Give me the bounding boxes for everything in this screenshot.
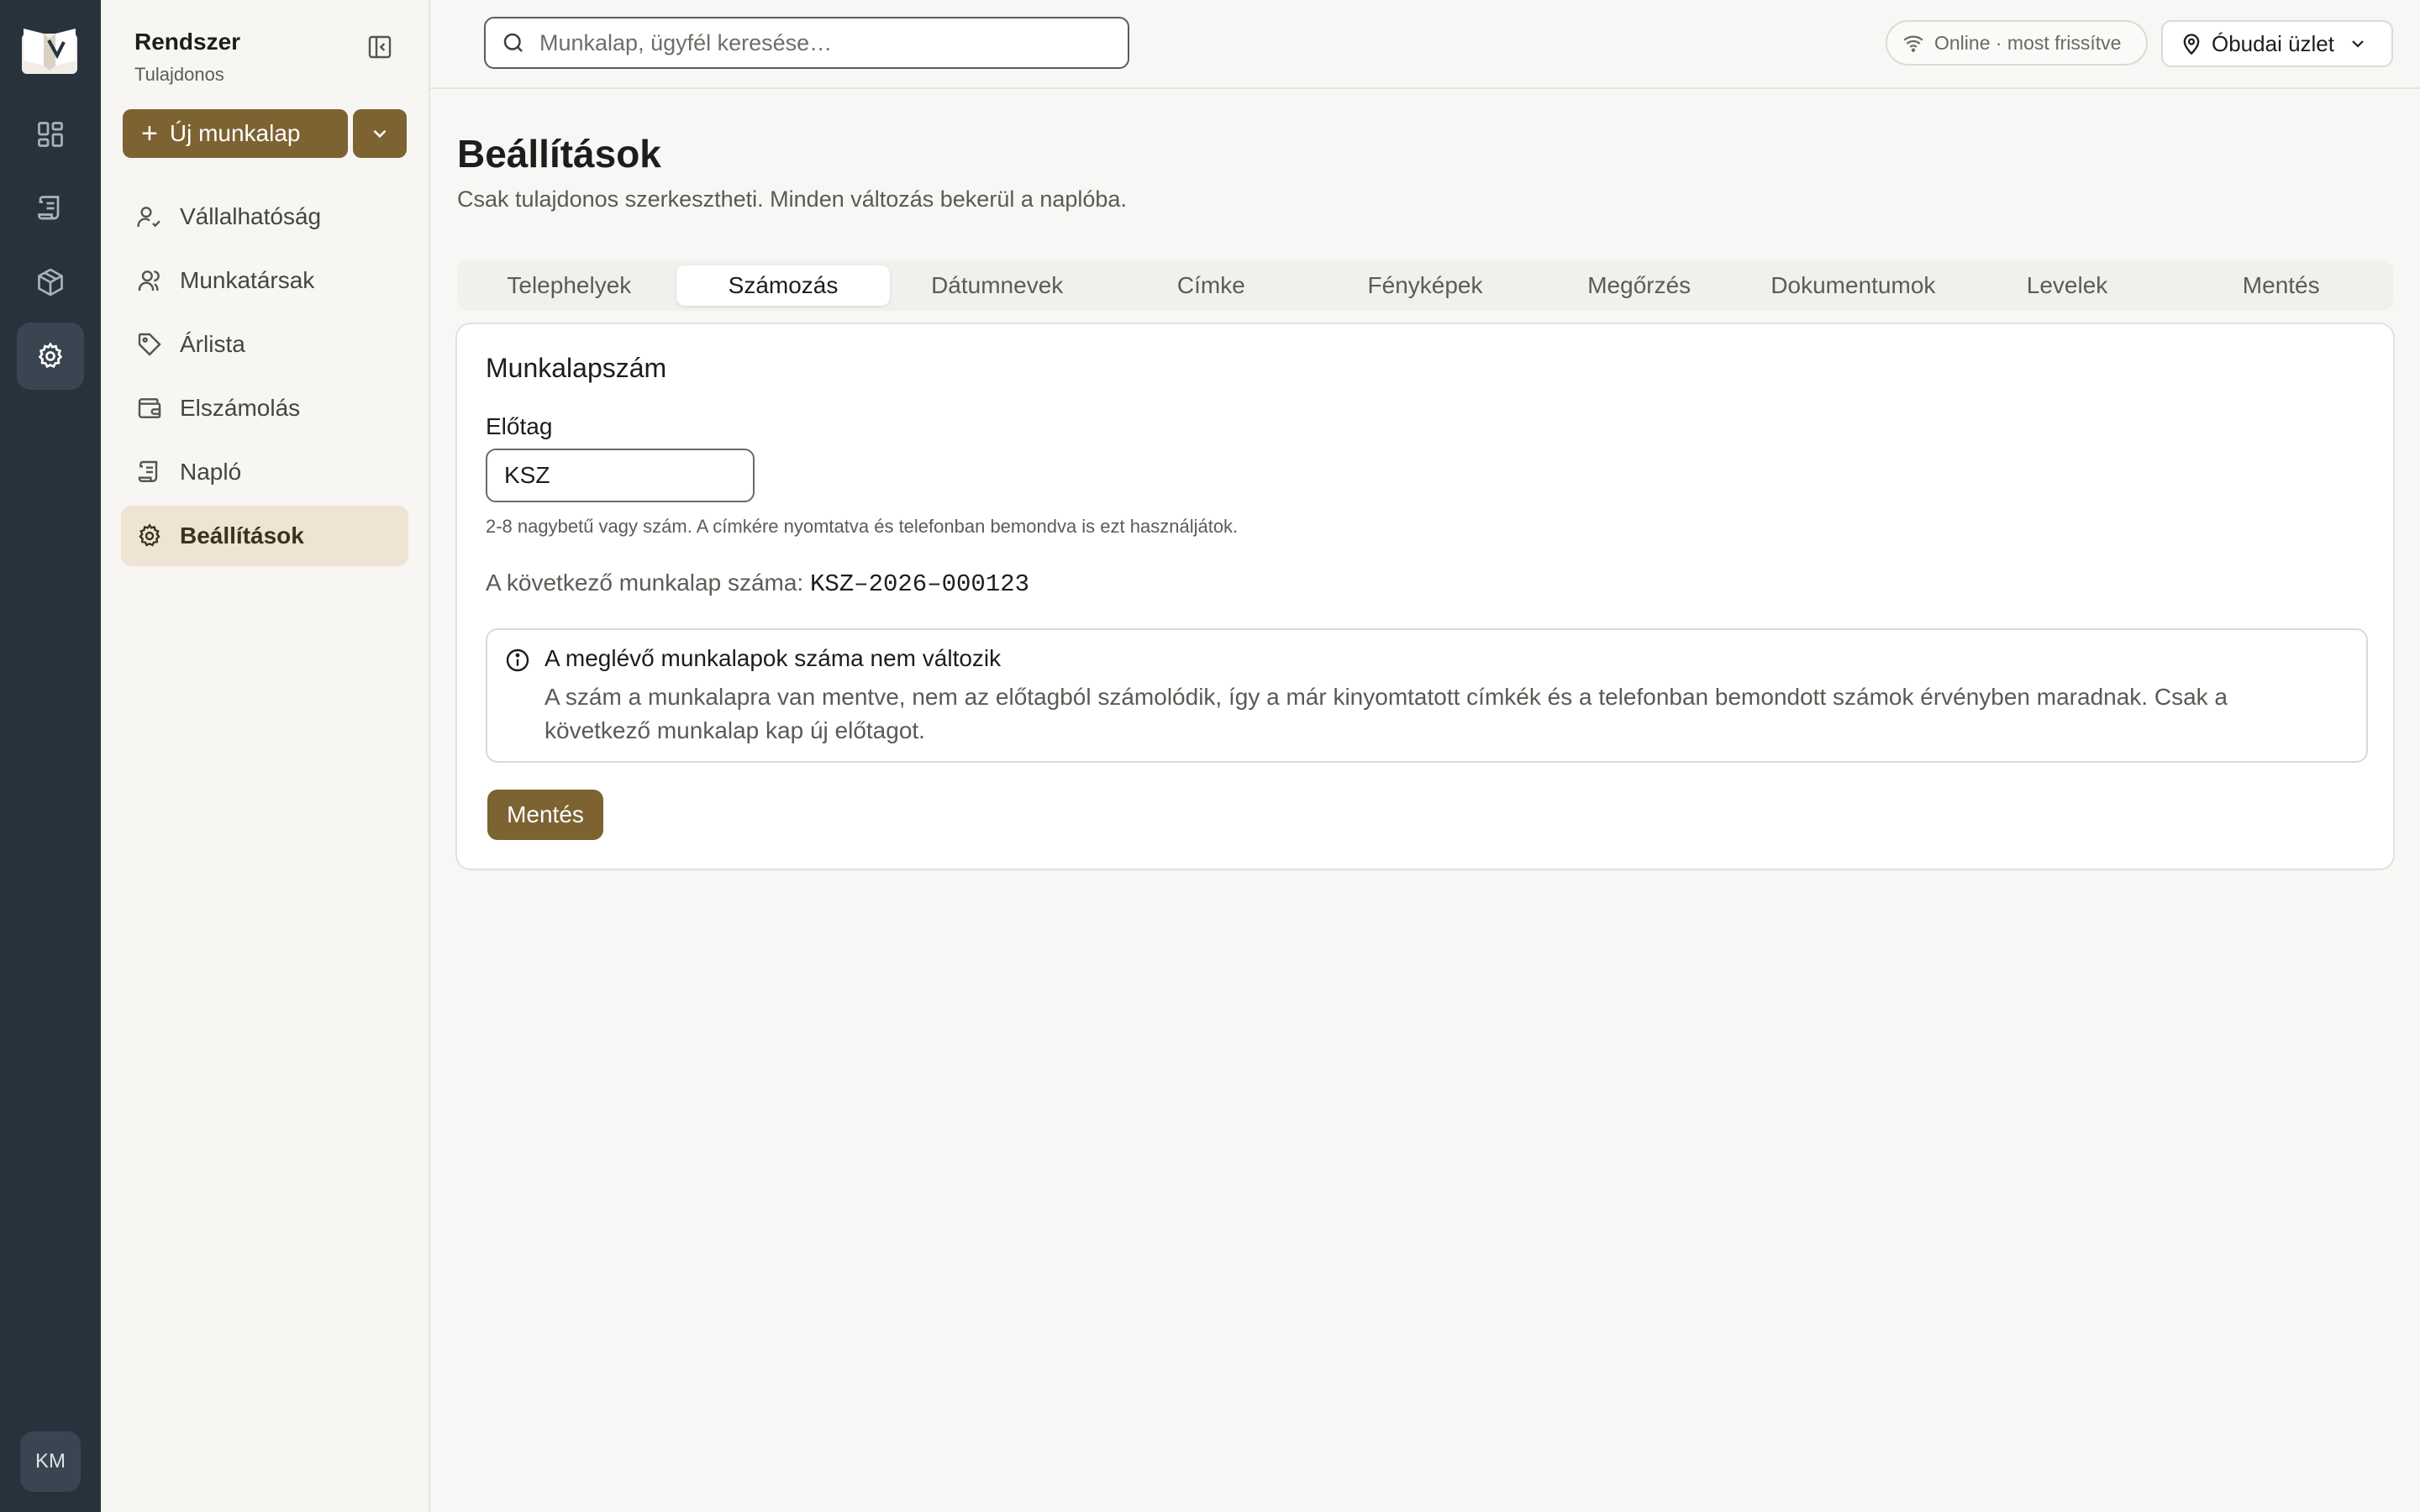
rail-dashboard-button[interactable] (17, 101, 84, 168)
sidebar-item-vallalhatosag[interactable]: Vállalhatóság (121, 186, 408, 247)
rail-inventory-button[interactable] (17, 249, 84, 316)
search-box[interactable] (484, 17, 1129, 69)
save-button[interactable]: Mentés (487, 790, 603, 840)
notice-body: A szám a munkalapra van mentve, nem az e… (544, 684, 2228, 743)
tab-megorzes[interactable]: Megőrzés (1532, 265, 1746, 306)
top-bar: Online · most frissítve Óbudai üzlet (430, 0, 2420, 89)
tab-telephelyek[interactable]: Telephelyek (462, 265, 676, 306)
settings-tabs: Telephelyek Számozás Dátumnevek Címke Fé… (457, 260, 2393, 311)
page-title: Beállítások (457, 132, 661, 176)
search-icon (503, 33, 523, 52)
new-worksheet-label: Új munkalap (169, 120, 301, 146)
info-icon (504, 647, 531, 678)
status-badge: Online · most frissítve (1886, 20, 2148, 66)
tab-datumnevek[interactable]: Dátumnevek (890, 265, 1104, 306)
numbering-card: Munkalapszám Előtag 2-8 nagybetű vagy sz… (455, 323, 2395, 870)
tab-mentes[interactable]: Mentés (2174, 265, 2388, 306)
plus-icon: + (141, 118, 158, 150)
status-text: Online · most frissítve (1934, 31, 2122, 54)
sidebar-item-beallitasok[interactable]: Beállítások (121, 506, 408, 566)
sidebar-item-label: Napló (180, 459, 242, 485)
page-description: Csak tulajdonos szerkesztheti. Minden vá… (457, 186, 1127, 212)
rail-worksheets-button[interactable] (17, 175, 84, 242)
rail-settings-button[interactable] (17, 323, 84, 390)
prefix-hint: 2-8 nagybetű vagy szám. A címkére nyomta… (486, 516, 1239, 537)
prefix-input[interactable] (486, 449, 755, 502)
map-pin-icon (2180, 32, 2203, 55)
new-worksheet-button[interactable]: + Új munkalap (123, 109, 348, 158)
search-input[interactable] (538, 29, 1113, 57)
store-selector[interactable]: Óbudai üzlet (2161, 20, 2393, 67)
sidebar-nav: Vállalhatóság Munkatársak Árlista Elszám… (121, 186, 408, 570)
sidebar-item-elszamolas[interactable]: Elszámolás (121, 378, 408, 438)
sidebar-item-label: Munkatársak (180, 267, 315, 293)
sidebar-item-naplo[interactable]: Napló (121, 442, 408, 502)
prefix-label: Előtag (486, 413, 553, 439)
gear-icon (134, 521, 165, 551)
notice-title: A meglévő munkalapok száma nem változik (544, 645, 1002, 671)
tab-dokumentumok[interactable]: Dokumentumok (1746, 265, 1960, 306)
app-logo-icon[interactable] (18, 22, 81, 77)
user-check-icon (134, 202, 165, 232)
sidebar-subtitle: Tulajdonos (134, 64, 224, 85)
tab-szamozas[interactable]: Számozás (676, 265, 891, 306)
sidebar-item-arlista[interactable]: Árlista (121, 314, 408, 375)
inventory-icon (38, 268, 63, 297)
new-worksheet-dropdown-button[interactable] (353, 109, 407, 158)
card-title: Munkalapszám (486, 353, 667, 383)
sidebar-item-munkatarsak[interactable]: Munkatársak (121, 250, 408, 311)
chevron-down-icon (373, 129, 387, 139)
sidebar-title: Rendszer (134, 29, 241, 55)
tab-fenykepek[interactable]: Fényképek (1318, 265, 1533, 306)
tab-levelek[interactable]: Levelek (1960, 265, 2175, 306)
wifi-icon (1902, 32, 1924, 54)
users-icon (134, 265, 165, 296)
sidebar-item-label: Árlista (180, 331, 245, 357)
next-number-value: KSZ–2026–000123 (809, 570, 1030, 598)
sidebar-item-label: Beállítások (180, 522, 304, 549)
icon-rail: KM (0, 0, 101, 1512)
sidebar-collapse-icon[interactable] (366, 34, 393, 60)
next-number-line: A következő munkalap száma: KSZ–2026–000… (486, 570, 1029, 598)
chevron-down-icon (2348, 34, 2368, 54)
sidebar-item-label: Elszámolás (180, 395, 301, 421)
info-notice: A meglévő munkalapok száma nem változik … (486, 628, 2368, 763)
tag-icon (134, 329, 165, 360)
worksheets-icon (38, 196, 60, 220)
wallet-icon (134, 393, 165, 423)
next-number-label: A következő munkalap száma: (486, 570, 804, 596)
dashboard-icon (38, 122, 63, 147)
tab-cimke[interactable]: Címke (1104, 265, 1318, 306)
sidebar: Rendszer Tulajdonos + Új munkalap Vállal… (101, 0, 430, 1512)
scroll-icon (134, 457, 165, 487)
store-name: Óbudai üzlet (2212, 30, 2334, 56)
settings-icon (38, 342, 63, 369)
sidebar-item-label: Vállalhatóság (180, 203, 322, 229)
user-avatar[interactable]: KM (20, 1431, 81, 1492)
